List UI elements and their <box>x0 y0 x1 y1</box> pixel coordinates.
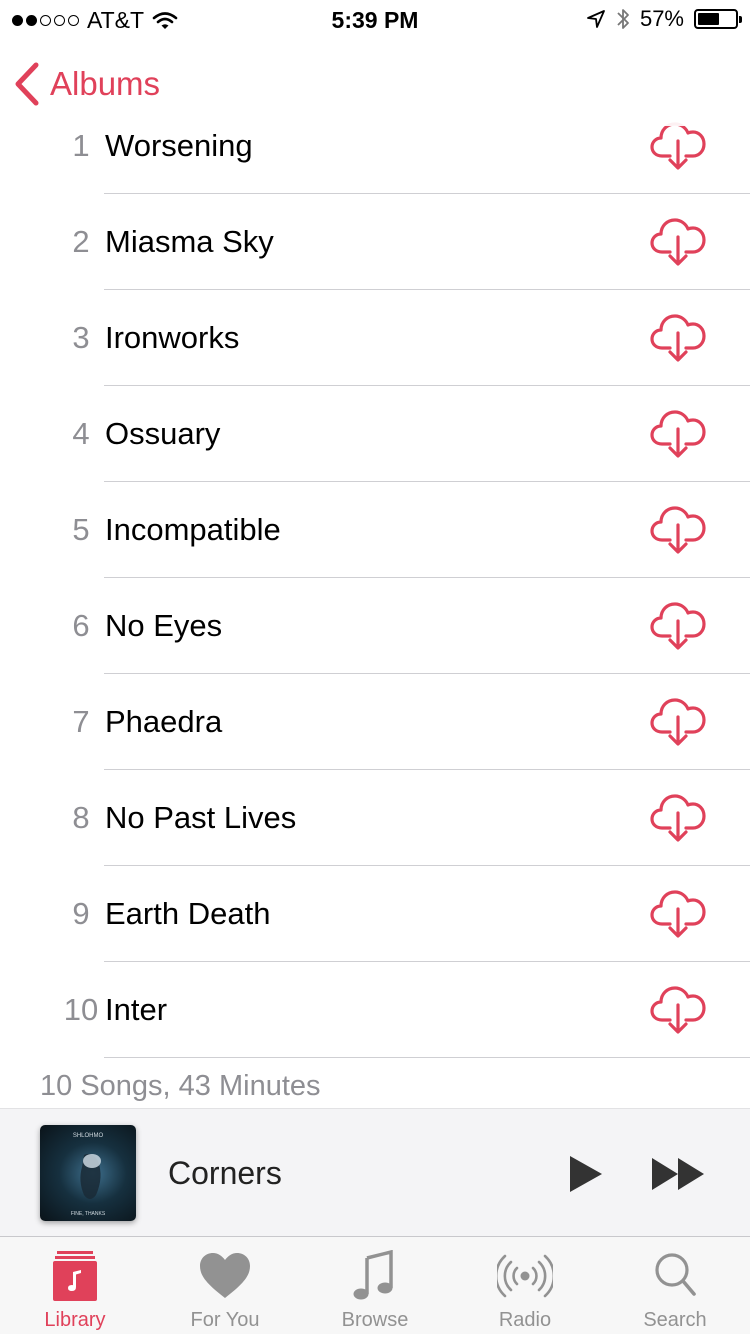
music-app-screen: AT&T 5:39 PM 57% 1 Worsening 2 Miasma Sky 3 I… <box>0 0 750 1334</box>
heart-icon <box>200 1253 250 1298</box>
track-title: No Eyes <box>105 608 223 643</box>
tab-search[interactable]: Search <box>600 1237 750 1334</box>
cloud-download-icon[interactable] <box>650 119 706 171</box>
tab-browse[interactable]: Browse <box>300 1237 450 1334</box>
track-title: Ironworks <box>105 320 240 355</box>
track-number: 8 <box>72 800 90 835</box>
track-row[interactable]: 6 No Eyes <box>0 578 750 674</box>
track-number: 3 <box>72 320 90 355</box>
track-number: 9 <box>72 896 90 931</box>
track-row[interactable]: 10 Inter <box>0 962 750 1058</box>
track-row[interactable]: 2 Miasma Sky <box>0 194 750 290</box>
cloud-download-icon[interactable] <box>650 407 706 459</box>
track-row[interactable]: 7 Phaedra <box>0 674 750 770</box>
cloud-download-icon[interactable] <box>650 887 706 939</box>
track-row[interactable]: 5 Incompatible <box>0 482 750 578</box>
radio-icon <box>497 1254 553 1298</box>
track-row[interactable]: 3 Ironworks <box>0 290 750 386</box>
track-number: 2 <box>72 224 90 259</box>
track-row[interactable]: 8 No Past Lives <box>0 770 750 866</box>
artwork-image: SHLOHMO FINE, THANKS <box>71 1133 106 1217</box>
status-bar: AT&T 5:39 PM 57% <box>0 0 750 40</box>
cloud-download-icon[interactable] <box>650 791 706 843</box>
tab-library[interactable]: Library <box>0 1237 150 1334</box>
artwork-album-text: FINE, THANKS <box>71 1211 106 1217</box>
track-row[interactable]: 9 Earth Death <box>0 866 750 962</box>
track-title: Inter <box>105 992 168 1027</box>
track-title: Earth Death <box>105 896 271 931</box>
search-icon <box>655 1253 696 1296</box>
row-separator <box>104 1057 750 1058</box>
tab-label-search: Search <box>643 1309 707 1331</box>
bluetooth-icon <box>617 9 629 29</box>
tab-bar: Library For You Browse Radio Search <box>0 1236 750 1334</box>
chevron-left-icon <box>15 62 39 106</box>
track-number: 10 <box>63 992 99 1027</box>
cloud-download-icon[interactable] <box>650 311 706 363</box>
track-title: Phaedra <box>105 704 223 739</box>
tab-for-you[interactable]: For You <box>150 1237 300 1334</box>
artwork-artist-text: SHLOHMO <box>73 1133 104 1139</box>
cloud-download-icon[interactable] <box>650 599 706 651</box>
track-number: 4 <box>72 416 90 451</box>
track-list: 1 Worsening 2 Miasma Sky 3 Ironworks 4 Ossuary 5… <box>0 98 750 1058</box>
mini-player[interactable]: SHLOHMO FINE, THANKS Corners <box>0 1108 750 1236</box>
track-title: Incompatible <box>105 512 281 547</box>
library-icon <box>53 1251 97 1301</box>
battery-percent: 57% <box>639 6 684 31</box>
now-playing-title: Corners <box>168 1154 282 1191</box>
status-right: 57% <box>586 6 742 32</box>
play-icon[interactable] <box>566 1154 606 1194</box>
location-arrow-icon <box>587 10 605 28</box>
track-number: 5 <box>72 512 90 547</box>
back-button-label: Albums <box>50 65 161 102</box>
now-playing-artwork[interactable]: SHLOHMO FINE, THANKS <box>40 1125 136 1221</box>
back-button[interactable]: Albums <box>14 62 160 106</box>
cloud-download-icon[interactable] <box>650 503 706 555</box>
cloud-download-icon[interactable] <box>650 215 706 267</box>
tab-label-library: Library <box>44 1309 106 1331</box>
album-summary: 10 Songs, 43 Minutes <box>40 1070 321 1102</box>
tab-label-browse: Browse <box>341 1309 409 1331</box>
track-number: 7 <box>72 704 90 739</box>
tab-label-radio: Radio <box>498 1309 552 1331</box>
track-title: No Past Lives <box>105 800 297 835</box>
track-title: Ossuary <box>105 416 221 451</box>
fast-forward-icon[interactable] <box>650 1156 706 1192</box>
cloud-download-icon[interactable] <box>650 983 706 1035</box>
music-note-icon <box>353 1250 393 1300</box>
navigation-bar: Albums <box>0 40 750 126</box>
tab-label-for-you: For You <box>190 1309 260 1331</box>
tab-radio[interactable]: Radio <box>450 1237 600 1334</box>
track-number: 6 <box>72 608 90 643</box>
battery-icon <box>694 9 742 29</box>
battery-level-fill <box>698 13 719 25</box>
cloud-download-icon[interactable] <box>650 695 706 747</box>
track-title: Miasma Sky <box>105 224 274 259</box>
track-row[interactable]: 4 Ossuary <box>0 386 750 482</box>
